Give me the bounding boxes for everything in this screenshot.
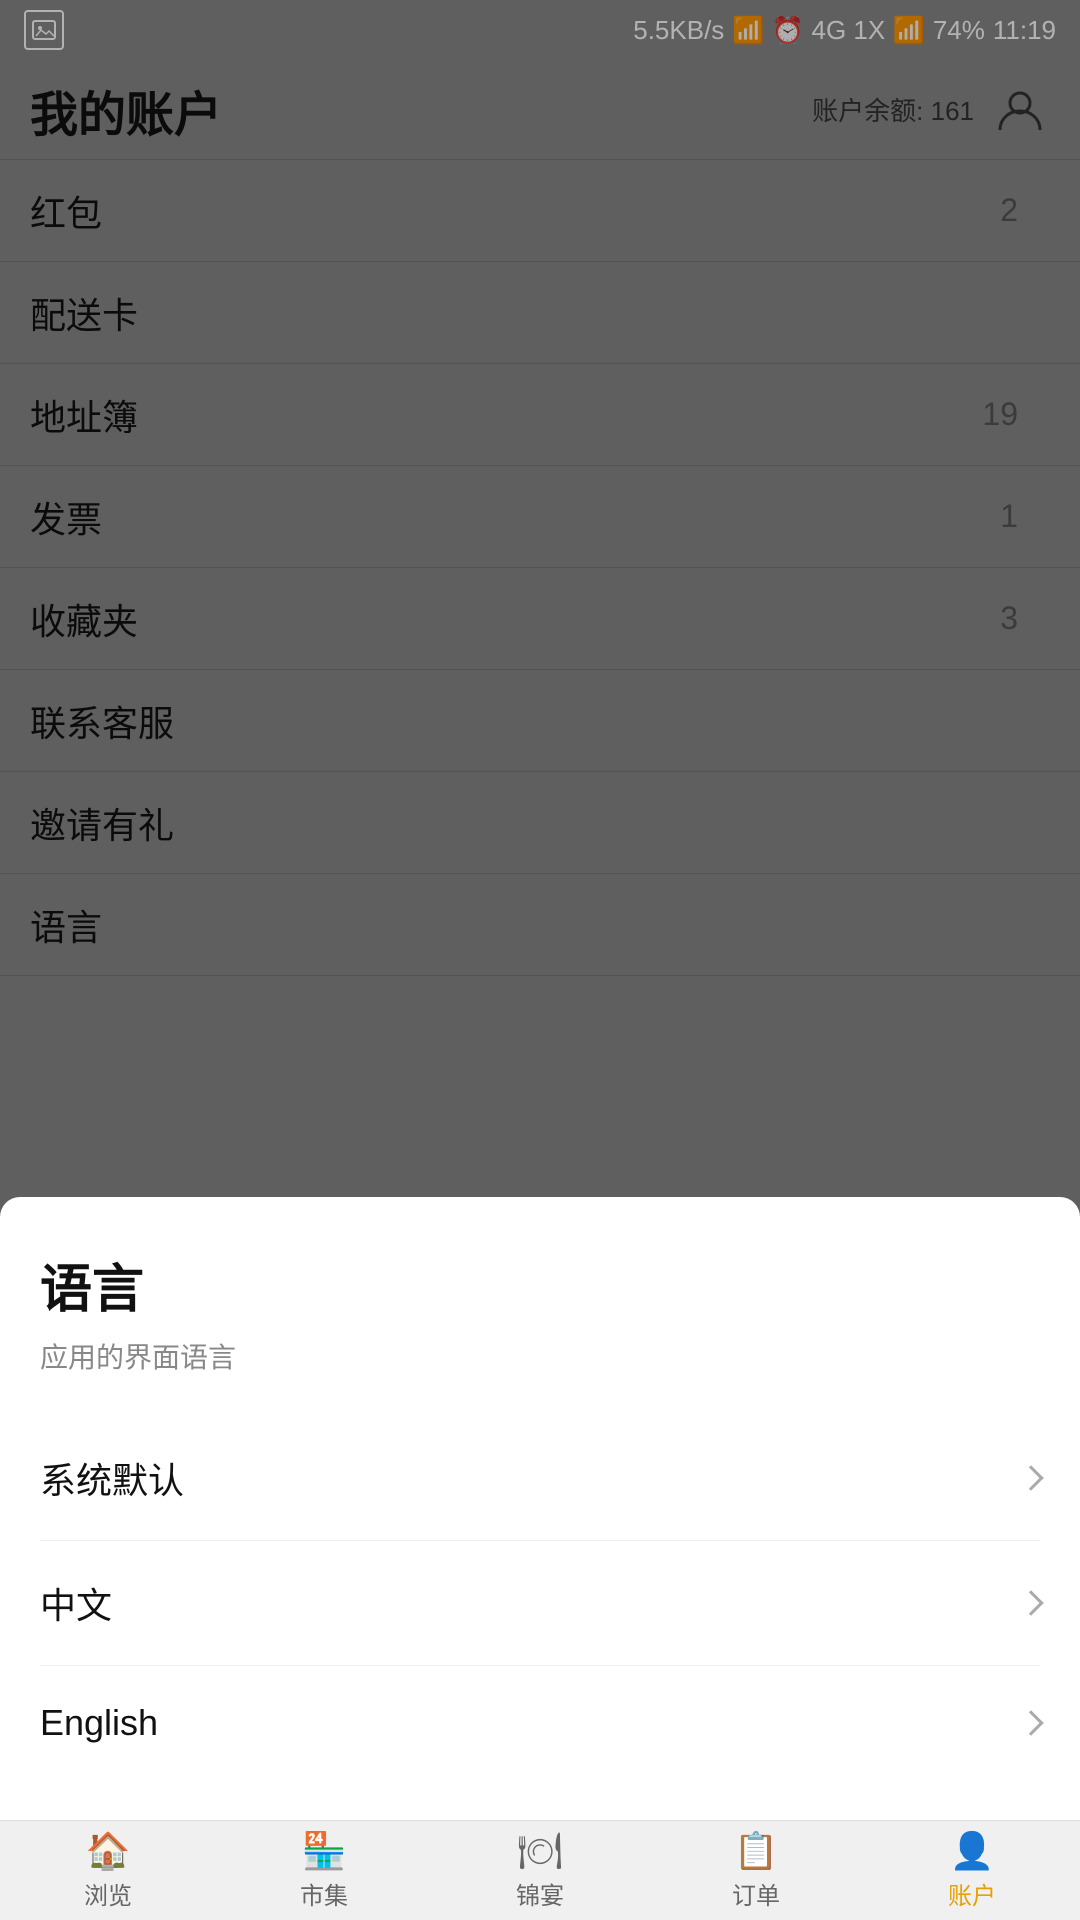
chevron-icon <box>1018 1590 1043 1615</box>
jinyan-icon: 🍽 <box>517 1830 563 1872</box>
chevron-icon <box>1018 1465 1043 1490</box>
chevron-icon <box>1018 1710 1043 1735</box>
bottom-navigation: 🏠 浏览 🏪 市集 🍽 锦宴 📋 订单 👤 账户 <box>0 1820 1080 1920</box>
language-option-chinese[interactable]: 中文 <box>40 1541 1040 1666</box>
language-label: English <box>40 1702 158 1744</box>
modal-title: 语言 <box>40 1247 1040 1322</box>
language-option-system[interactable]: 系统默认 <box>40 1416 1040 1541</box>
browse-icon: 🏠 <box>86 1830 131 1872</box>
nav-account[interactable]: 👤 账户 <box>864 1821 1080 1920</box>
modal-overlay[interactable]: 语言 应用的界面语言 系统默认 中文 English <box>0 0 1080 1920</box>
modal-subtitle: 应用的界面语言 <box>40 1336 1040 1376</box>
nav-orders[interactable]: 📋 订单 <box>648 1821 864 1920</box>
language-option-english[interactable]: English <box>40 1666 1040 1780</box>
nav-browse[interactable]: 🏠 浏览 <box>0 1821 216 1920</box>
orders-icon: 📋 <box>734 1830 779 1872</box>
account-icon: 👤 <box>950 1830 995 1872</box>
nav-label: 市集 <box>300 1876 348 1911</box>
nav-jinyan[interactable]: 🍽 锦宴 <box>432 1821 648 1920</box>
language-modal: 语言 应用的界面语言 系统默认 中文 English <box>0 1197 1080 1820</box>
nav-market[interactable]: 🏪 市集 <box>216 1821 432 1920</box>
language-label: 中文 <box>40 1577 112 1629</box>
market-icon: 🏪 <box>302 1830 347 1872</box>
nav-label: 锦宴 <box>516 1876 564 1911</box>
language-label: 系统默认 <box>40 1452 184 1504</box>
nav-label: 订单 <box>732 1876 780 1911</box>
nav-label: 账户 <box>948 1876 996 1911</box>
nav-label: 浏览 <box>84 1876 132 1911</box>
